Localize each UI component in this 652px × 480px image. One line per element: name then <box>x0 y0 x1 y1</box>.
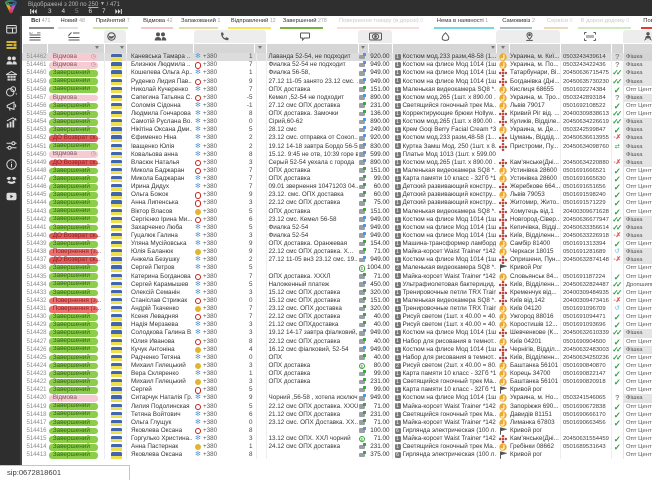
svg-text:ID: ID <box>29 32 33 35</box>
